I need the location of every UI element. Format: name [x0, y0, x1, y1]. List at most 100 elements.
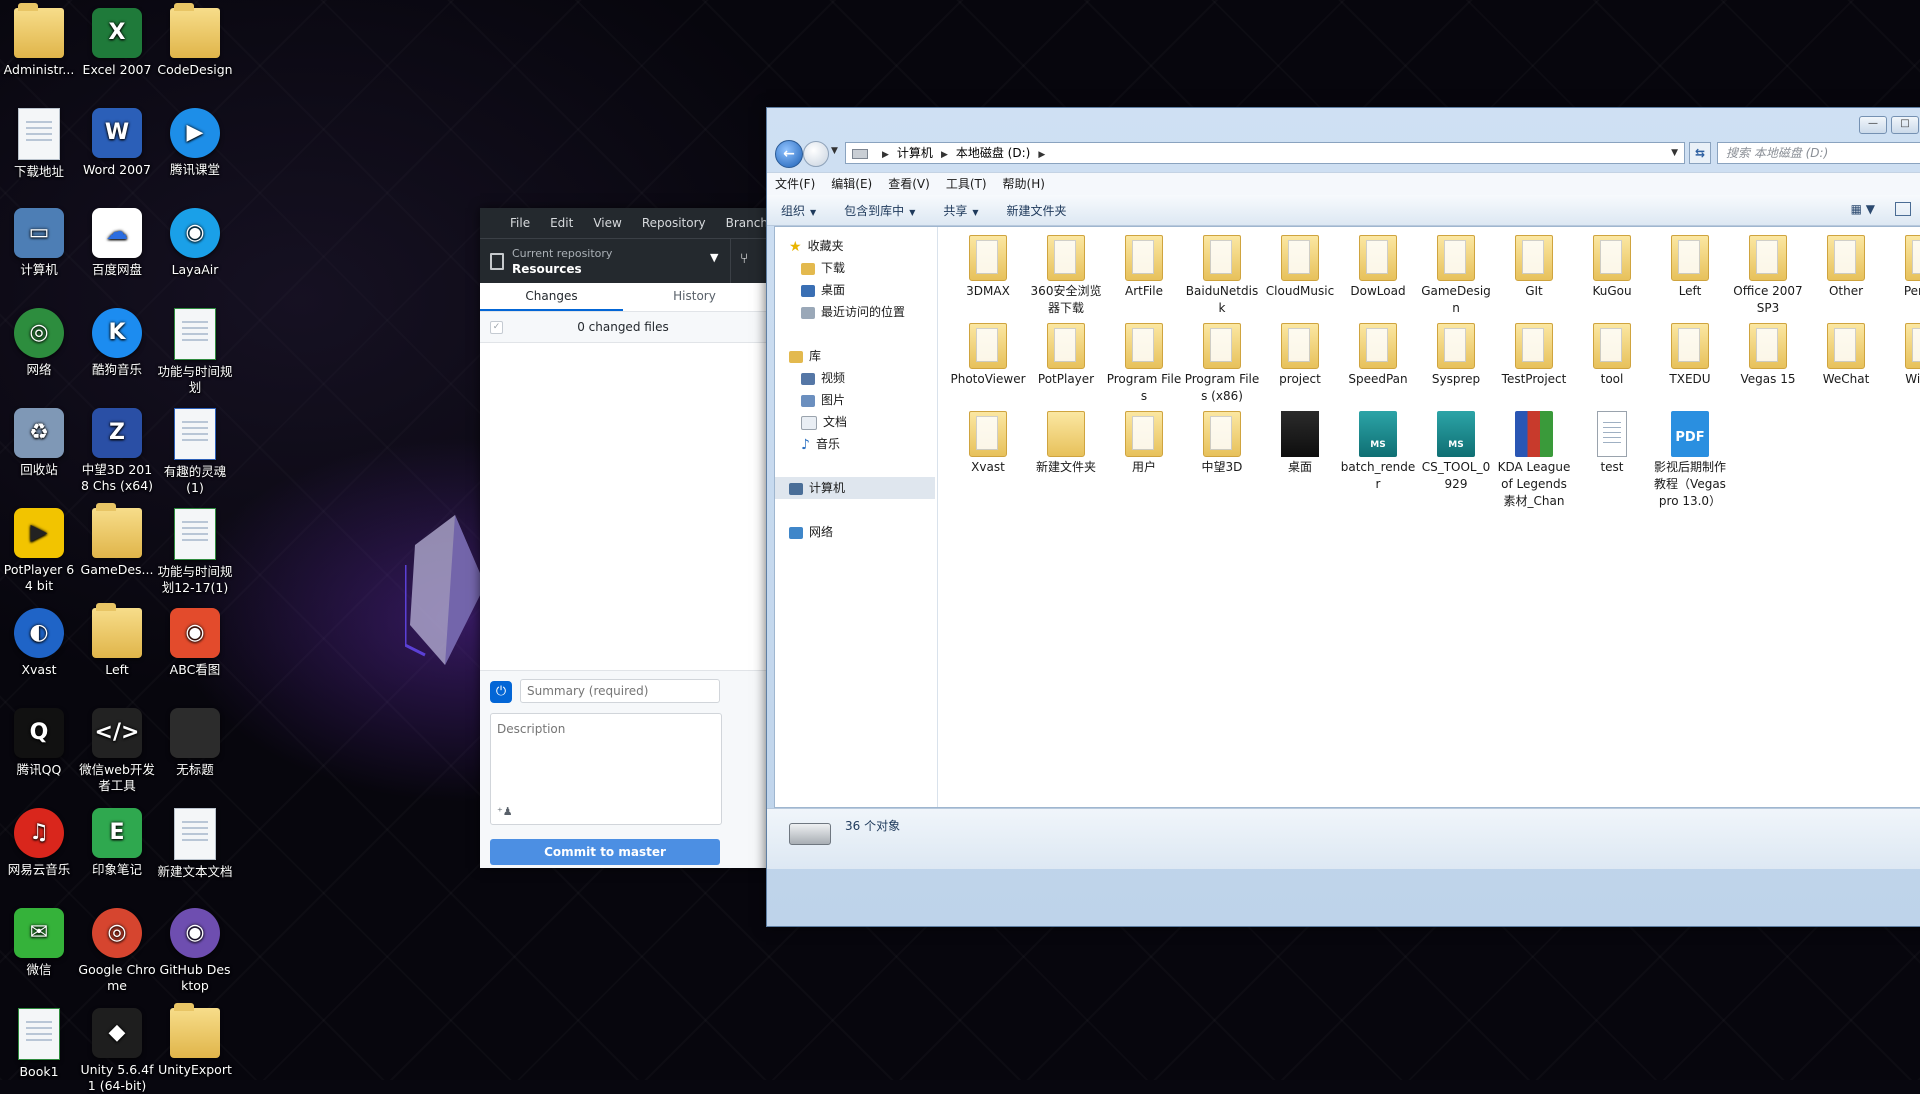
- breadcrumb-chevron-icon[interactable]: ▶: [882, 150, 889, 160]
- file-item[interactable]: Xvast: [950, 407, 1026, 476]
- desktop-icon-3[interactable]: CodeDesign: [156, 2, 234, 78]
- branch-icon[interactable]: ⑂: [740, 251, 748, 267]
- desktop-icon-29[interactable]: ◎ Google Chrome: [78, 902, 156, 994]
- desktop-icon-5[interactable]: W Word 2007: [78, 102, 156, 178]
- file-item[interactable]: test: [1574, 407, 1650, 476]
- menu-file[interactable]: 文件(F): [767, 173, 823, 195]
- file-item[interactable]: KDA League of Legends 素材_Chan: [1496, 407, 1572, 510]
- file-item[interactable]: MS CS_TOOL_0929: [1418, 407, 1494, 493]
- commit-summary-input[interactable]: [520, 679, 720, 703]
- commit-description-input[interactable]: [491, 714, 721, 794]
- desktop-icon-6[interactable]: ▶ 腾讯课堂: [156, 102, 234, 178]
- desktop-icon-26[interactable]: E 印象笔记: [78, 802, 156, 878]
- maximize-button[interactable]: □: [1891, 116, 1919, 134]
- nav-downloads[interactable]: 下载: [801, 257, 961, 279]
- desktop-icon-2[interactable]: X Excel 2007: [78, 2, 156, 78]
- file-item[interactable]: PhotoViewer: [950, 319, 1026, 388]
- desktop-icon-32[interactable]: ◆ Unity 5.6.4f1 (64-bit): [78, 1002, 156, 1094]
- address-dropdown-icon[interactable]: ▼: [1671, 143, 1678, 163]
- menu-help[interactable]: 帮助(H): [995, 173, 1053, 195]
- organize-button[interactable]: 组织 ▼: [767, 202, 830, 219]
- desktop-icon-7[interactable]: ▭ 计算机: [0, 202, 78, 278]
- github-menu-branch[interactable]: Branch: [716, 216, 766, 230]
- file-item[interactable]: PotPlayer: [1028, 319, 1104, 388]
- desktop-icon-16[interactable]: ▶ PotPlayer 64 bit: [0, 502, 78, 594]
- file-item[interactable]: Other: [1808, 231, 1884, 300]
- file-item[interactable]: Person: [1886, 231, 1920, 300]
- file-item[interactable]: KuGou: [1574, 231, 1650, 300]
- desktop-icon-33[interactable]: UnityExport: [156, 1002, 234, 1078]
- file-item[interactable]: 中望3D: [1184, 407, 1260, 476]
- file-item[interactable]: Program Files: [1106, 319, 1182, 405]
- file-item[interactable]: Office 2007 SP3: [1730, 231, 1806, 317]
- file-item[interactable]: Sysprep: [1418, 319, 1494, 388]
- desktop-icon-14[interactable]: Z 中望3D 2018 Chs (x64): [78, 402, 156, 494]
- file-item[interactable]: PDF 影视后期制作教程（Vegas pro 13.0）: [1652, 407, 1728, 510]
- desktop-icon-10[interactable]: ◎ 网络: [0, 302, 78, 378]
- add-coauthor-icon[interactable]: ⁺♟: [497, 805, 513, 818]
- github-menu-view[interactable]: View: [583, 216, 631, 230]
- file-item[interactable]: 用户: [1106, 407, 1182, 476]
- file-item[interactable]: WeChat: [1808, 319, 1884, 388]
- current-repository-selector[interactable]: Current repository Resources ▼ ⑂: [480, 238, 766, 283]
- github-menu-repository[interactable]: Repository: [632, 216, 716, 230]
- desktop-icon-27[interactable]: 新建文本文档: [156, 802, 234, 880]
- menu-tools[interactable]: 工具(T): [938, 173, 995, 195]
- file-item[interactable]: MS batch_render: [1340, 407, 1416, 493]
- desktop-icon-30[interactable]: ◉ GitHub Desktop: [156, 902, 234, 994]
- file-item[interactable]: Vegas 15: [1730, 319, 1806, 388]
- desktop-icon-25[interactable]: ♫ 网易云音乐: [0, 802, 78, 878]
- file-item[interactable]: 360安全浏览器下载: [1028, 231, 1104, 317]
- menu-view[interactable]: 查看(V): [880, 173, 938, 195]
- file-item[interactable]: tool: [1574, 319, 1650, 388]
- file-item[interactable]: 3DMAX: [950, 231, 1026, 300]
- desktop-icon-19[interactable]: ◐ Xvast: [0, 602, 78, 678]
- nav-recent-places[interactable]: 最近访问的位置: [801, 301, 961, 323]
- nav-network[interactable]: 网络: [789, 521, 949, 543]
- new-folder-button[interactable]: 新建文件夹: [993, 202, 1081, 219]
- desktop-icon-1[interactable]: Administr...: [0, 2, 78, 78]
- change-view-icon[interactable]: ▦ ▼: [1851, 202, 1875, 216]
- desktop-icon-18[interactable]: 功能与时间规划12-17(1): [156, 502, 234, 596]
- nav-music[interactable]: ♪ 音乐: [801, 433, 961, 455]
- desktop-icon-28[interactable]: ✉ 微信: [0, 902, 78, 978]
- file-item[interactable]: Left: [1652, 231, 1728, 300]
- desktop-icon-23[interactable]: </> 微信web开发者工具: [78, 702, 156, 794]
- nav-videos[interactable]: 视频: [801, 367, 961, 389]
- file-item[interactable]: BaiduNetdisk: [1184, 231, 1260, 317]
- nav-desktop[interactable]: 桌面: [801, 279, 961, 301]
- share-button[interactable]: 共享 ▼: [929, 202, 992, 219]
- forward-arrow-icon[interactable]: [803, 141, 829, 167]
- desktop-icon-31[interactable]: Book1: [0, 1002, 78, 1080]
- desktop-icon-13[interactable]: ♻ 回收站: [0, 402, 78, 478]
- recent-pages-dropdown-icon[interactable]: ▼: [831, 146, 838, 156]
- breadcrumb-chevron-icon[interactable]: ▶: [1038, 150, 1045, 160]
- search-input[interactable]: 搜索 本地磁盘 (D:): [1717, 142, 1920, 164]
- file-item[interactable]: CloudMusic: [1262, 231, 1338, 300]
- desktop-icon-9[interactable]: ◉ LayaAir: [156, 202, 234, 278]
- desktop-icon-21[interactable]: ◉ ABC看图: [156, 602, 234, 678]
- address-bar[interactable]: ▶ 计算机 ▶ 本地磁盘 (D:) ▶ ▼: [845, 142, 1685, 164]
- desktop-icon-11[interactable]: K 酷狗音乐: [78, 302, 156, 378]
- minimize-button[interactable]: —: [1859, 116, 1887, 134]
- tab-history[interactable]: History: [623, 283, 766, 311]
- menu-edit[interactable]: 编辑(E): [823, 173, 880, 195]
- desktop-icon-22[interactable]: Q 腾讯QQ: [0, 702, 78, 778]
- file-item[interactable]: GIt: [1496, 231, 1572, 300]
- nav-documents[interactable]: 文档: [801, 411, 961, 433]
- include-in-library-button[interactable]: 包含到库中 ▼: [830, 202, 929, 219]
- file-item[interactable]: project: [1262, 319, 1338, 388]
- breadcrumb-chevron-icon[interactable]: ▶: [941, 150, 948, 160]
- file-item[interactable]: TestProject: [1496, 319, 1572, 388]
- file-item[interactable]: SpeedPan: [1340, 319, 1416, 388]
- desktop-icon-17[interactable]: GameDes...: [78, 502, 156, 578]
- nav-favorites[interactable]: ★ 收藏夹: [789, 235, 949, 257]
- desktop-icon-12[interactable]: 功能与时间规划: [156, 302, 234, 396]
- refresh-icon[interactable]: ⇆: [1689, 142, 1711, 164]
- file-item[interactable]: DowLoad: [1340, 231, 1416, 300]
- breadcrumb-computer[interactable]: 计算机: [897, 146, 933, 160]
- preview-pane-icon[interactable]: [1895, 202, 1911, 216]
- file-item[interactable]: TXEDU: [1652, 319, 1728, 388]
- file-item[interactable]: GameDesign: [1418, 231, 1494, 317]
- back-arrow-icon[interactable]: ←: [775, 140, 803, 168]
